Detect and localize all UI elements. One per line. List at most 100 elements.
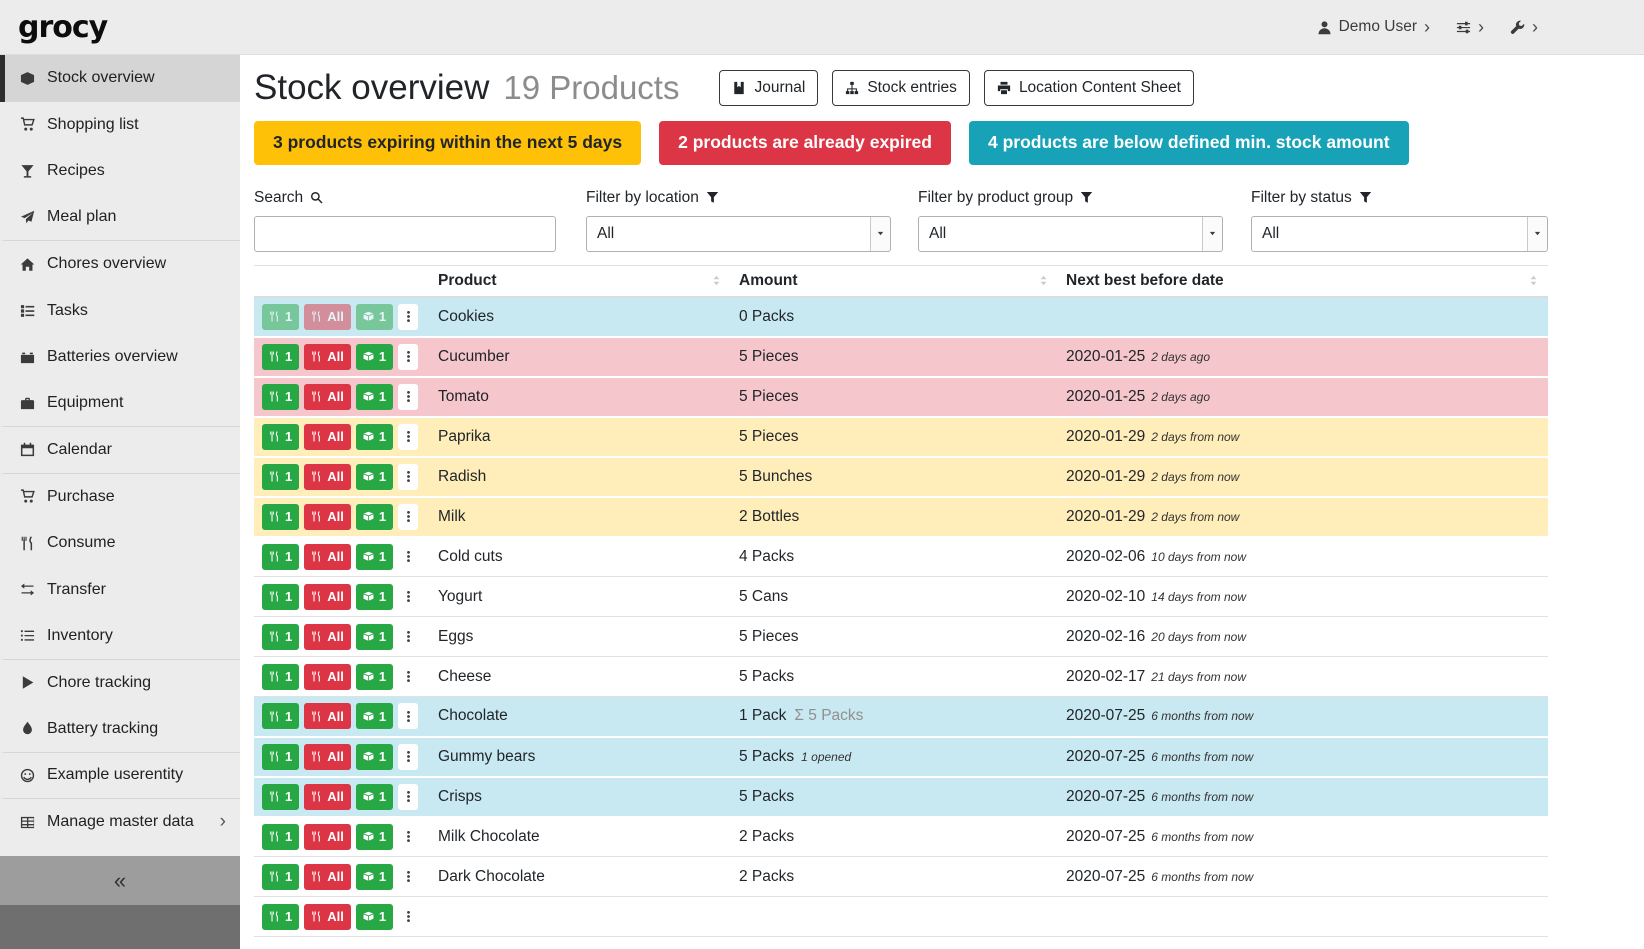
consume-one-button[interactable]: 1 bbox=[262, 624, 299, 650]
row-menu-button[interactable] bbox=[398, 504, 418, 530]
sort-icon[interactable] bbox=[1527, 274, 1540, 287]
row-menu-button[interactable] bbox=[398, 624, 418, 650]
column-header-amount[interactable]: Amount bbox=[731, 265, 1058, 297]
open-one-button[interactable]: 1 bbox=[356, 504, 393, 530]
row-menu-button[interactable] bbox=[398, 904, 418, 930]
open-one-button[interactable]: 1 bbox=[356, 304, 393, 330]
consume-one-button[interactable]: 1 bbox=[262, 304, 299, 330]
app-logo[interactable]: grocy bbox=[18, 10, 107, 45]
consume-all-button[interactable]: All bbox=[304, 504, 351, 530]
row-menu-button[interactable] bbox=[398, 703, 418, 729]
row-menu-button[interactable] bbox=[398, 744, 418, 770]
consume-all-button[interactable]: All bbox=[304, 544, 351, 570]
row-menu-button[interactable] bbox=[398, 784, 418, 810]
alert-expired[interactable]: 2 products are already expired bbox=[659, 121, 951, 165]
sort-icon[interactable] bbox=[1037, 274, 1050, 287]
consume-all-button[interactable]: All bbox=[304, 703, 351, 729]
consume-all-button[interactable]: All bbox=[304, 424, 351, 450]
open-one-button[interactable]: 1 bbox=[356, 664, 393, 690]
sidebar-item-battery-tracking[interactable]: Battery tracking bbox=[0, 706, 240, 753]
open-one-button[interactable]: 1 bbox=[356, 904, 393, 930]
consume-one-button[interactable]: 1 bbox=[262, 703, 299, 729]
consume-all-button[interactable]: All bbox=[304, 344, 351, 370]
consume-one-button[interactable]: 1 bbox=[262, 424, 299, 450]
journal-button[interactable]: Journal bbox=[719, 70, 818, 106]
sidebar-item-shopping-list[interactable]: Shopping list bbox=[0, 102, 240, 149]
consume-one-button[interactable]: 1 bbox=[262, 864, 299, 890]
consume-all-button[interactable]: All bbox=[304, 904, 351, 930]
row-menu-button[interactable] bbox=[398, 384, 418, 410]
open-one-button[interactable]: 1 bbox=[356, 703, 393, 729]
consume-all-button[interactable]: All bbox=[304, 624, 351, 650]
consume-all-button[interactable]: All bbox=[304, 464, 351, 490]
consume-one-button[interactable]: 1 bbox=[262, 664, 299, 690]
open-one-button[interactable]: 1 bbox=[356, 744, 393, 770]
search-input[interactable] bbox=[254, 216, 556, 252]
open-one-button[interactable]: 1 bbox=[356, 784, 393, 810]
consume-one-button[interactable]: 1 bbox=[262, 744, 299, 770]
open-one-button[interactable]: 1 bbox=[356, 544, 393, 570]
sidebar-item-example-userentity[interactable]: Example userentity bbox=[0, 753, 240, 800]
sidebar-item-purchase[interactable]: Purchase bbox=[0, 474, 240, 521]
column-header-product[interactable]: Product bbox=[430, 265, 731, 297]
open-one-button[interactable]: 1 bbox=[356, 624, 393, 650]
sidebar-item-recipes[interactable]: Recipes bbox=[0, 148, 240, 195]
consume-one-button[interactable]: 1 bbox=[262, 544, 299, 570]
alert-expiring-soon[interactable]: 3 products expiring within the next 5 da… bbox=[254, 121, 641, 165]
row-menu-button[interactable] bbox=[398, 424, 418, 450]
open-one-button[interactable]: 1 bbox=[356, 424, 393, 450]
sidebar-item-stock-overview[interactable]: Stock overview bbox=[0, 55, 240, 102]
consume-all-button[interactable]: All bbox=[304, 864, 351, 890]
row-menu-button[interactable] bbox=[398, 864, 418, 890]
consume-one-button[interactable]: 1 bbox=[262, 504, 299, 530]
row-menu-button[interactable] bbox=[398, 824, 418, 850]
sidebar-item-tasks[interactable]: Tasks bbox=[0, 288, 240, 335]
sidebar-item-meal-plan[interactable]: Meal plan bbox=[0, 195, 240, 242]
open-one-button[interactable]: 1 bbox=[356, 824, 393, 850]
consume-all-button[interactable]: All bbox=[304, 784, 351, 810]
consume-all-button[interactable]: All bbox=[304, 824, 351, 850]
sort-icon[interactable] bbox=[710, 274, 723, 287]
alert-below-min-stock[interactable]: 4 products are below defined min. stock … bbox=[969, 121, 1409, 165]
row-menu-button[interactable] bbox=[398, 664, 418, 690]
row-menu-button[interactable] bbox=[398, 584, 418, 610]
consume-one-button[interactable]: 1 bbox=[262, 344, 299, 370]
consume-all-button[interactable]: All bbox=[304, 384, 351, 410]
consume-one-button[interactable]: 1 bbox=[262, 464, 299, 490]
sidebar-item-manage-master-data[interactable]: Manage master data › bbox=[0, 799, 240, 846]
sidebar-item-consume[interactable]: Consume bbox=[0, 520, 240, 567]
consume-one-button[interactable]: 1 bbox=[262, 784, 299, 810]
row-menu-button[interactable] bbox=[398, 304, 418, 330]
sidebar-item-transfer[interactable]: Transfer bbox=[0, 567, 240, 614]
sidebar-item-batteries-overview[interactable]: Batteries overview bbox=[0, 334, 240, 381]
sidebar-item-calendar[interactable]: Calendar bbox=[0, 427, 240, 474]
open-one-button[interactable]: 1 bbox=[356, 864, 393, 890]
open-one-button[interactable]: 1 bbox=[356, 344, 393, 370]
column-header-best-before[interactable]: Next best before date bbox=[1058, 265, 1548, 297]
sidebar-item-inventory[interactable]: Inventory bbox=[0, 613, 240, 660]
consume-all-button[interactable]: All bbox=[304, 744, 351, 770]
user-menu[interactable]: Demo User › bbox=[1317, 18, 1430, 36]
stock-entries-button[interactable]: Stock entries bbox=[832, 70, 970, 106]
consume-one-button[interactable]: 1 bbox=[262, 904, 299, 930]
settings-menu[interactable]: › bbox=[1456, 18, 1484, 36]
admin-menu[interactable]: › bbox=[1510, 18, 1538, 36]
open-one-button[interactable]: 1 bbox=[356, 464, 393, 490]
open-one-button[interactable]: 1 bbox=[356, 384, 393, 410]
consume-one-button[interactable]: 1 bbox=[262, 824, 299, 850]
row-menu-button[interactable] bbox=[398, 464, 418, 490]
row-menu-button[interactable] bbox=[398, 544, 418, 570]
status-filter-select[interactable]: All bbox=[1251, 216, 1548, 252]
open-one-button[interactable]: 1 bbox=[356, 584, 393, 610]
location-content-sheet-button[interactable]: Location Content Sheet bbox=[984, 70, 1194, 106]
consume-all-button[interactable]: All bbox=[304, 584, 351, 610]
consume-one-button[interactable]: 1 bbox=[262, 384, 299, 410]
consume-all-button[interactable]: All bbox=[304, 664, 351, 690]
sidebar-collapse-button[interactable]: « bbox=[0, 856, 240, 905]
row-menu-button[interactable] bbox=[398, 344, 418, 370]
sidebar-item-chore-tracking[interactable]: Chore tracking bbox=[0, 660, 240, 707]
product-group-filter-select[interactable]: All bbox=[918, 216, 1223, 252]
sidebar-item-chores-overview[interactable]: Chores overview bbox=[0, 241, 240, 288]
location-filter-select[interactable]: All bbox=[586, 216, 891, 252]
consume-all-button[interactable]: All bbox=[304, 304, 351, 330]
